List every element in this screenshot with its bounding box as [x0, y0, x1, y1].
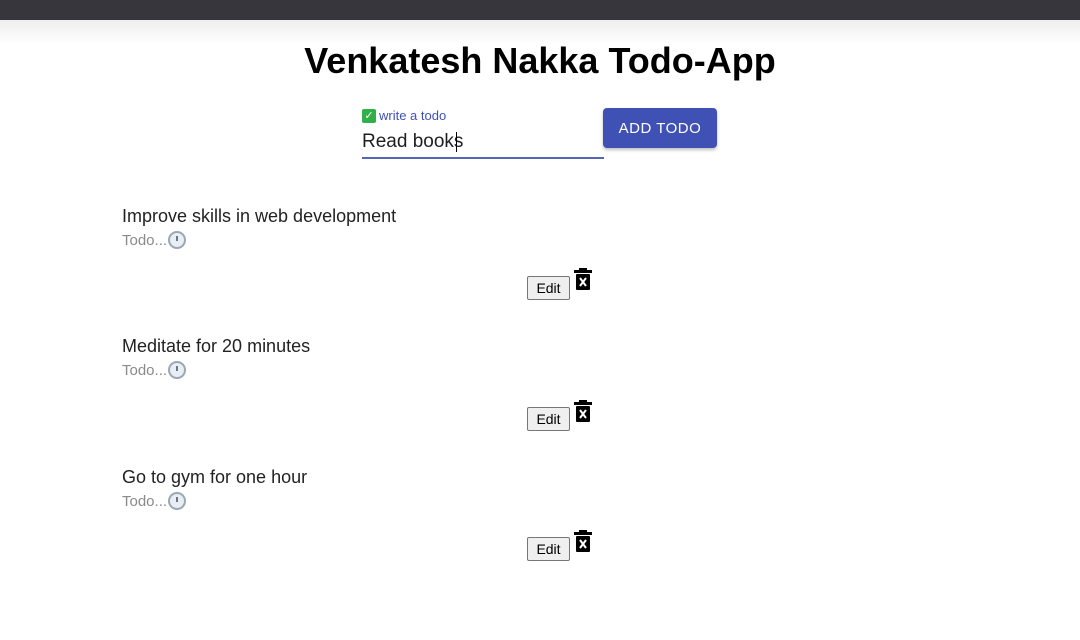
todo-item: Meditate for 20 minutes Todo... Edit: [122, 336, 822, 446]
todo-input[interactable]: [362, 128, 602, 156]
todo-status: Todo...: [122, 492, 187, 510]
todo-input-underline: [362, 157, 604, 159]
todo-input-label-text: write a todo: [379, 108, 447, 123]
todo-title: Go to gym for one hour: [122, 467, 308, 487]
alarm-clock-icon: [168, 492, 187, 510]
todo-title: Meditate for 20 minutes: [122, 336, 311, 356]
todo-status-text: Todo...: [122, 492, 168, 510]
trash-icon[interactable]: [574, 530, 592, 552]
todo-status: Todo...: [122, 361, 187, 379]
page-title: Venkatesh Nakka Todo-App: [304, 40, 776, 81]
text-caret: [456, 132, 457, 152]
todo-input-label: ✓ write a todo: [362, 108, 446, 123]
todo-status: Todo...: [122, 231, 187, 249]
todo-item: Improve skills in web development Todo..…: [122, 206, 822, 316]
alarm-clock-icon: [168, 361, 187, 379]
todo-item: Go to gym for one hour Todo... Edit: [122, 467, 822, 577]
edit-button[interactable]: Edit: [527, 407, 570, 431]
alarm-clock-icon: [168, 231, 187, 249]
browser-topbar: [0, 0, 1080, 20]
trash-icon[interactable]: [574, 400, 592, 422]
todo-status-text: Todo...: [122, 361, 168, 379]
todo-input-field[interactable]: ✓ write a todo: [362, 106, 604, 162]
todo-title: Improve skills in web development: [122, 206, 397, 226]
check-mark-icon: ✓: [362, 108, 376, 123]
edit-button[interactable]: Edit: [527, 276, 570, 300]
edit-button[interactable]: Edit: [527, 537, 570, 561]
todo-status-text: Todo...: [122, 231, 168, 249]
add-todo-button[interactable]: ADD TODO: [603, 108, 717, 148]
trash-icon[interactable]: [574, 268, 592, 290]
